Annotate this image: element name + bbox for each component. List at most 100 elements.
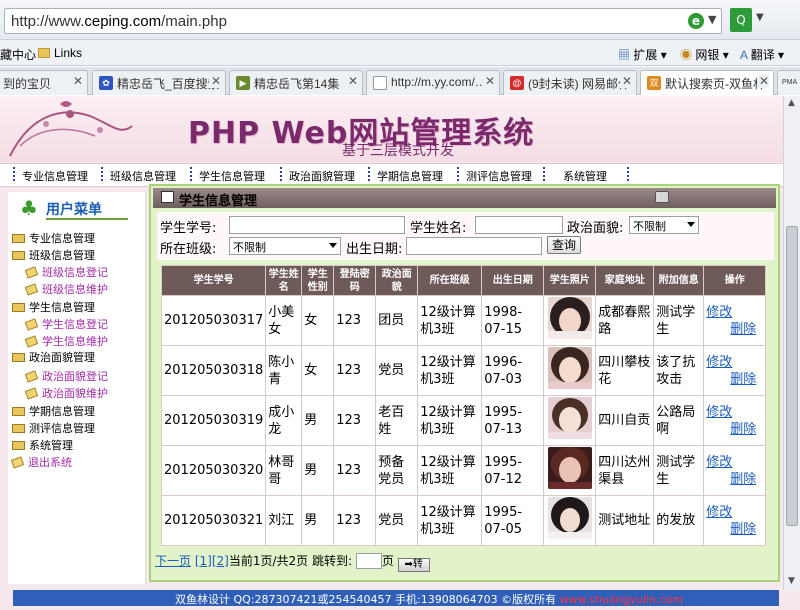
sidebar-item-class-add[interactable]: 班级信息登记 (24, 264, 108, 280)
tab-2[interactable]: ✿ 精忠岳飞_百度搜索 ✕ (92, 70, 226, 95)
url-text: http://www.ceping.com/main.php (11, 13, 227, 30)
scroll-up-icon[interactable]: ▲ (788, 98, 795, 108)
tab-1[interactable]: 到的宝贝 ✕ (0, 70, 88, 95)
table-row: 201205030318 陈小青 女 123 党员 12级计算机3班 1996-… (160, 345, 767, 396)
nav-system[interactable]: 系统管理 (543, 167, 607, 184)
table-row: 201205030320 林哥哥 男 123 预备党员 12级计算机3班 199… (160, 445, 767, 496)
page-content: PHP Web网站管理系统 基于三层模式开发 专业信息管理 班级信息管理 学生信… (0, 96, 800, 610)
close-icon[interactable]: ✕ (619, 74, 632, 88)
tab-3[interactable]: ▶ 精忠岳飞第14集 ✕ (229, 70, 363, 95)
bank-button[interactable]: ◉ 网银 ▾ (680, 46, 729, 63)
print-icon[interactable] (655, 191, 669, 203)
student-no-input[interactable] (229, 216, 405, 234)
sidebar-item-logout[interactable]: 退出系统 (10, 454, 72, 470)
birth-label: 出生日期: (346, 242, 403, 257)
delete-link[interactable]: 删除 (706, 421, 763, 438)
close-icon[interactable]: ✕ (756, 74, 769, 88)
extensions-button[interactable]: ▦ 扩展 ▾ (618, 46, 667, 63)
nav-student[interactable]: 学生信息管理 (190, 167, 265, 184)
address-input[interactable]: http://www.ceping.com/main.php e ▼ (4, 8, 722, 34)
cell-password: 123 (333, 345, 377, 396)
edit-link[interactable]: 修改 (706, 454, 763, 471)
paw-icon: ✿ (99, 76, 113, 90)
col-address: 家庭地址 (595, 265, 655, 296)
cell-actions: 修改 删除 (703, 295, 767, 346)
sidebar-item-class[interactable]: 班级信息管理 (12, 247, 95, 263)
search-dropdown-icon[interactable]: ▼ (756, 12, 764, 23)
sidebar-item-political-edit[interactable]: 政治面貌维护 (24, 385, 108, 401)
table-header-row: 学生学号 学生姓名 学生性别 登陆密码 政治面貌 所在班级 出生日期 学生照片 … (160, 265, 767, 296)
delete-link[interactable]: 删除 (706, 371, 763, 388)
close-icon[interactable]: ✕ (70, 74, 83, 88)
search-engine-icon[interactable]: Q (730, 8, 752, 32)
sidebar-item-semester[interactable]: 学期信息管理 (12, 403, 95, 419)
tab-4[interactable]: http://m.yy.com/… ✕ (366, 70, 500, 95)
cell-student-no: 201205030319 (160, 395, 267, 446)
sidebar-item-evaluation[interactable]: 测评信息管理 (12, 420, 95, 436)
page-icon (24, 283, 39, 296)
cell-political: 党员 (375, 495, 419, 546)
tab-7[interactable]: PMA (777, 70, 800, 95)
cell-address: 测试地址 (595, 495, 655, 546)
nav-major[interactable]: 专业信息管理 (13, 167, 88, 184)
sidebar-item-student[interactable]: 学生信息管理 (12, 299, 95, 315)
go-button[interactable]: ➡转 (397, 558, 430, 572)
tab-5[interactable]: @ (9封未读) 网易邮件 ✕ (503, 70, 637, 95)
nav-evaluation[interactable]: 测评信息管理 (457, 167, 532, 184)
next-page-link[interactable]: 下一页 (155, 554, 191, 568)
delete-link[interactable]: 删除 (706, 471, 763, 488)
delete-link[interactable]: 删除 (706, 521, 763, 538)
nav-political[interactable]: 政治面貌管理 (280, 167, 355, 184)
sidebar-menu: ♣ 用户菜单 专业信息管理 班级信息管理 班级信息登记 班级信息维护 学生信息管… (8, 192, 146, 584)
page-icon (373, 76, 387, 90)
edit-link[interactable]: 修改 (706, 504, 763, 521)
nav-class[interactable]: 班级信息管理 (101, 167, 176, 184)
close-icon[interactable]: ✕ (482, 74, 495, 88)
political-select[interactable]: 不限制 (629, 216, 699, 234)
footer-site-link[interactable]: www.shuangyulin.com (560, 593, 683, 606)
cell-extra: 的发放 (653, 495, 705, 546)
student-photo[interactable] (547, 297, 592, 339)
student-photo[interactable] (547, 347, 592, 389)
page-2-link[interactable]: [2] (212, 554, 229, 568)
cell-birth: 1995-07-05 (481, 495, 545, 546)
sidebar-item-political-add[interactable]: 政治面貌登记 (24, 368, 108, 384)
student-photo[interactable] (547, 447, 592, 489)
page-1-link[interactable]: [1] (195, 554, 212, 568)
close-icon[interactable]: ✕ (345, 74, 358, 88)
class-select[interactable]: 不限制 (229, 237, 341, 255)
student-photo[interactable] (547, 397, 592, 439)
page-unit: 页 (381, 554, 394, 568)
bookmark-links[interactable]: Links (38, 46, 82, 60)
cell-birth: 1996-07-03 (481, 345, 545, 396)
edit-link[interactable]: 修改 (706, 404, 763, 421)
student-table: 学生学号 学生姓名 学生性别 登陆密码 政治面貌 所在班级 出生日期 学生照片 … (160, 265, 767, 546)
translate-button[interactable]: A 翻译 ▾ (740, 46, 784, 63)
query-button[interactable]: 查询 (547, 236, 581, 254)
scroll-thumb[interactable] (786, 226, 798, 526)
sidebar-item-class-edit[interactable]: 班级信息维护 (24, 281, 108, 297)
sidebar-item-student-edit[interactable]: 学生信息维护 (24, 333, 108, 349)
delete-link[interactable]: 删除 (706, 321, 763, 338)
nav-semester[interactable]: 学期信息管理 (368, 167, 443, 184)
cell-password: 123 (333, 295, 377, 346)
sidebar-item-political[interactable]: 政治面貌管理 (12, 349, 95, 365)
sidebar-item-student-add[interactable]: 学生信息登记 (24, 316, 108, 332)
address-dropdown-icon[interactable]: ▼ (708, 13, 716, 26)
edit-link[interactable]: 修改 (706, 354, 763, 371)
student-photo[interactable] (547, 497, 592, 539)
vertical-scrollbar[interactable]: ▲ ▼ (783, 96, 800, 590)
jump-page-input[interactable] (355, 553, 382, 569)
edit-link[interactable]: 修改 (706, 304, 763, 321)
tab-6[interactable]: 双默认搜索页-双鱼林 ✕ (640, 70, 774, 95)
bookmark-favorites[interactable]: 藏中心 (0, 46, 36, 63)
cell-name: 林哥哥 (265, 445, 303, 496)
col-class: 所在班级 (417, 265, 483, 296)
birth-input[interactable] (406, 237, 542, 255)
student-name-input[interactable] (475, 216, 563, 234)
compat-mode-icon[interactable]: e (688, 13, 704, 29)
sidebar-item-system[interactable]: 系统管理 (12, 437, 73, 453)
close-icon[interactable]: ✕ (208, 74, 221, 88)
sidebar-item-major[interactable]: 专业信息管理 (12, 230, 95, 246)
scroll-down-icon[interactable]: ▼ (788, 576, 795, 586)
